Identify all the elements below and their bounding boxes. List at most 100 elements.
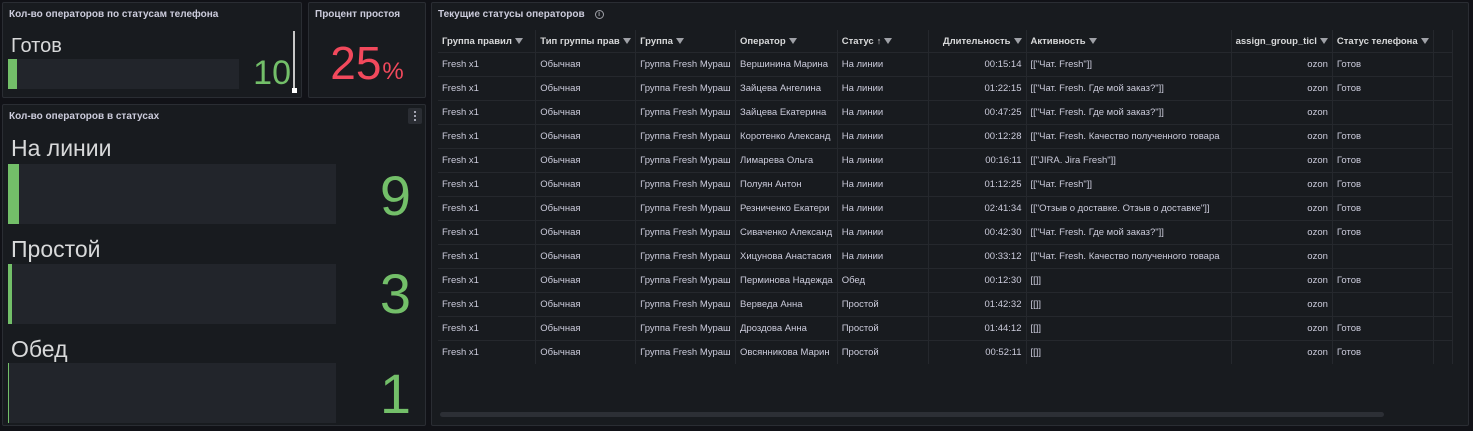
table-cell-group-type: Обычная — [535, 268, 637, 293]
table-cell-rule-group: Fresh x1 — [438, 244, 537, 269]
table-cell-assign-group: ozon — [1231, 196, 1333, 221]
column-header-phone-status[interactable]: Статус телефона — [1332, 30, 1434, 53]
column-header-status[interactable]: Статус ↑ — [837, 30, 930, 53]
table-row[interactable]: Fresh x1 Обычная Группа Fresh Мураш Зайцева… — [438, 100, 1454, 125]
filter-icon[interactable] — [622, 37, 631, 44]
table-row[interactable]: Fresh x1 Обычная Группа Fresh Мураш Верведа… — [438, 292, 1454, 317]
table-cell-activity: [["Чат. Fresh. Где мой заказ?"]] — [1026, 100, 1232, 125]
table-cell-rule-group: Fresh x1 — [438, 100, 537, 125]
table-cell-duration: 00:15:14 — [928, 52, 1027, 77]
table-cell-phone-status — [1332, 292, 1434, 317]
operator-status-panel-title: Кол-во операторов в статусах — [9, 111, 160, 122]
table-cell-assign-group: ozon — [1231, 220, 1333, 245]
table-cell-status: Простой — [837, 292, 930, 317]
table-cell-group: Группа Fresh Мураш — [635, 52, 737, 77]
idle-percent-unit: % — [382, 58, 404, 85]
table-cell-rule-group: Fresh x1 — [438, 268, 537, 293]
table-row[interactable]: Fresh x1 Обычная Группа Fresh Мураш Овсянни… — [438, 340, 1454, 364]
table-cell-assign-group: ozon — [1231, 52, 1333, 77]
table-cell-status: Обед — [837, 268, 930, 293]
table-cell-activity: [["Отзыв о доставке. Отзыв о доставке"]] — [1026, 196, 1232, 221]
table-cell-group-type: Обычная — [535, 316, 637, 341]
table-cell-assign-group: ozon — [1231, 172, 1333, 197]
table-cell-group-type: Обычная — [535, 52, 637, 77]
operator-table-panel: Текущие статусы операторов i Группа прави… — [431, 2, 1469, 426]
table-cell-status: На линии — [837, 196, 930, 221]
table-cell-status: На линии — [837, 148, 930, 173]
table-cell-duration: 00:33:12 — [928, 244, 1027, 269]
table-cell-phone-status: Готов — [1332, 340, 1434, 364]
table-cell-operator: Вершинина Марина — [735, 52, 838, 77]
table-header-row: Группа правил Тип группы прав Группа Опе… — [438, 30, 1454, 53]
table-cell-duration: 00:16:11 — [928, 148, 1027, 173]
horizontal-scrollbar[interactable] — [440, 412, 1384, 417]
table-cell-activity: [["Чат. Fresh. Где мой заказ?"]] — [1026, 220, 1232, 245]
table-row[interactable]: Fresh x1 Обычная Группа Fresh Мураш Хицунов… — [438, 244, 1454, 269]
filter-icon[interactable] — [1420, 37, 1429, 44]
table-cell-group: Группа Fresh Мураш — [635, 124, 737, 149]
column-header-group-type[interactable]: Тип группы прав — [535, 30, 637, 53]
column-header-rule-group[interactable]: Группа правил — [438, 30, 537, 53]
column-header-operator[interactable]: Оператор — [735, 30, 838, 53]
table-row[interactable]: Fresh x1 Обычная Группа Fresh Мураш Дроздов… — [438, 316, 1454, 341]
filter-icon[interactable] — [675, 37, 684, 44]
table-cell-activity: [["Чат. Fresh"]] — [1026, 52, 1232, 77]
table-cell-status: На линии — [837, 124, 930, 149]
filter-icon[interactable] — [1013, 37, 1022, 44]
phone-status-panel-title: Кол-во операторов по статусам телефона — [9, 9, 219, 20]
table-cell-activity: [[]] — [1026, 268, 1232, 293]
column-header-group[interactable]: Группа — [635, 30, 737, 53]
table-cell-group-type: Обычная — [535, 292, 637, 317]
table-cell-group: Группа Fresh Мураш — [635, 316, 737, 341]
table-cell-activity: [["Чат. Fresh. Где мой заказ?"]] — [1026, 76, 1232, 101]
table-cell-status: На линии — [837, 52, 930, 77]
table-cell-duration: 01:42:32 — [928, 292, 1027, 317]
table-row[interactable]: Fresh x1 Обычная Группа Fresh Мураш Сивачен… — [438, 220, 1454, 245]
table-cell-rule-group: Fresh x1 — [438, 292, 537, 317]
table-cell-operator: Зайцева Екатерина — [735, 100, 838, 125]
filter-icon[interactable] — [1088, 37, 1097, 44]
table-cell-group: Группа Fresh Мураш — [635, 76, 737, 101]
table-row[interactable]: Fresh x1 Обычная Группа Fresh Мураш Пермино… — [438, 268, 1454, 293]
table-cell-duration: 01:12:25 — [928, 172, 1027, 197]
table-cell-group-type: Обычная — [535, 124, 637, 149]
table-cell-rule-group: Fresh x1 — [438, 52, 537, 77]
filter-icon[interactable] — [788, 37, 797, 44]
column-header-duration[interactable]: Длительность — [928, 30, 1027, 53]
table-cell-phone-status: Готов — [1332, 76, 1434, 101]
table-cell-phone-status: Готов — [1332, 220, 1434, 245]
table-cell-activity: [["Чат. Fresh. Качество полученного това… — [1026, 244, 1232, 269]
table-cell-rule-group: Fresh x1 — [438, 196, 537, 221]
table-cell-rule-group: Fresh x1 — [438, 220, 537, 245]
table-cell-activity: [[]] — [1026, 340, 1232, 364]
table-row[interactable]: Fresh x1 Обычная Группа Fresh Мураш Резниче… — [438, 196, 1454, 221]
table-cell-assign-group: ozon — [1231, 148, 1333, 173]
sort-ascending-icon[interactable]: ↑ — [877, 36, 882, 46]
table-cell-operator: Овсянникова Марин — [735, 340, 838, 364]
table-cell-spacer — [1433, 340, 1454, 364]
table-cell-group: Группа Fresh Мураш — [635, 268, 737, 293]
filter-icon[interactable] — [514, 37, 523, 44]
table-row[interactable]: Fresh x1 Обычная Группа Fresh Мураш Зайцева… — [438, 76, 1454, 101]
column-header-assign-group[interactable]: assign_group_ticl — [1231, 30, 1333, 53]
table-row[interactable]: Fresh x1 Обычная Группа Fresh Мураш Вершини… — [438, 52, 1454, 77]
phone-gauge-scale-bar — [293, 31, 295, 89]
table-cell-duration: 00:12:30 — [928, 268, 1027, 293]
table-cell-assign-group: ozon — [1231, 268, 1333, 293]
table-cell-group: Группа Fresh Мураш — [635, 220, 737, 245]
table-row[interactable]: Fresh x1 Обычная Группа Fresh Мураш Полуян … — [438, 172, 1454, 197]
table-row[interactable]: Fresh x1 Обычная Группа Fresh Мураш Коротен… — [438, 124, 1454, 149]
table-cell-duration: 01:22:15 — [928, 76, 1027, 101]
filter-icon[interactable] — [884, 37, 893, 44]
kebab-menu-icon[interactable] — [408, 108, 422, 124]
gauge-value-idle: 3 — [379, 262, 411, 325]
info-icon[interactable]: i — [594, 9, 604, 19]
filter-icon[interactable] — [1319, 37, 1328, 44]
table-cell-phone-status — [1332, 244, 1434, 269]
table-cell-spacer — [1433, 52, 1454, 77]
gauge-track-lunch — [8, 363, 336, 423]
table-cell-group-type: Обычная — [535, 220, 637, 245]
table-cell-phone-status: Готов — [1332, 52, 1434, 77]
column-header-activity[interactable]: Активность — [1026, 30, 1232, 53]
table-row[interactable]: Fresh x1 Обычная Группа Fresh Мураш Лимарев… — [438, 148, 1454, 173]
